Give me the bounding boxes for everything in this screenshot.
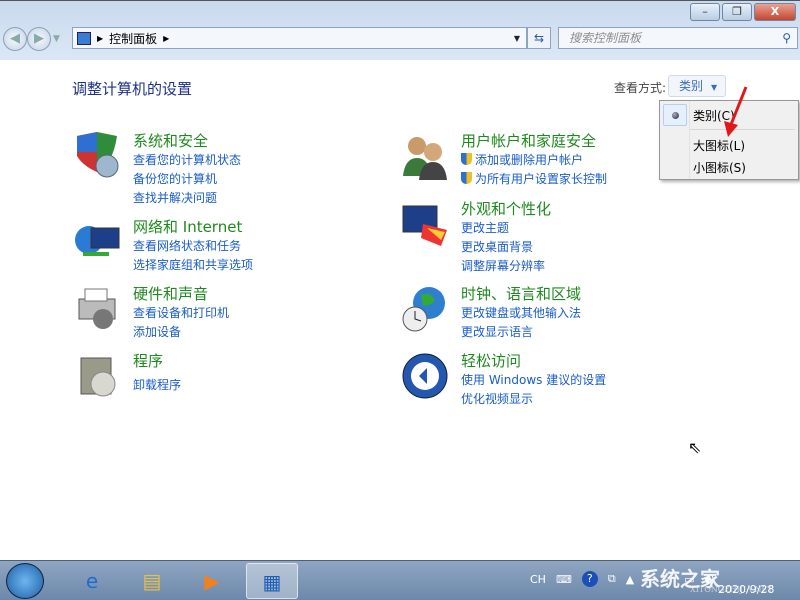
chevron-down-icon: ▼ [711, 83, 717, 92]
view-by-dropdown[interactable]: 类别 ▼ [668, 75, 726, 97]
back-button[interactable]: ◀ [3, 27, 27, 51]
printer-icon [73, 285, 123, 333]
address-dropdown[interactable]: ▼ [514, 34, 520, 43]
category-title[interactable]: 用户帐户和家庭安全 [461, 130, 596, 151]
category-link[interactable]: 更改桌面背景 [461, 238, 533, 255]
forward-button[interactable]: ▶ [27, 27, 51, 51]
users-icon [401, 132, 451, 180]
view-by-value: 类别 [679, 79, 703, 93]
search-input[interactable]: 搜索控制面板 ⚲ [558, 27, 798, 49]
language-indicator[interactable]: CH [530, 573, 546, 586]
category-link[interactable]: 调整屏幕分辨率 [461, 257, 545, 274]
category-link[interactable]: 查找并解决问题 [133, 189, 217, 206]
mouse-cursor-icon: ⇖ [688, 438, 701, 457]
restore-icon[interactable]: ⧉ [608, 572, 616, 586]
page-title: 调整计算机的设置 [72, 78, 192, 99]
category-link[interactable]: 查看网络状态和任务 [133, 237, 241, 254]
category-title[interactable]: 网络和 Internet [133, 216, 242, 237]
category-link[interactable]: 备份您的计算机 [133, 170, 217, 187]
category-title[interactable]: 硬件和声音 [133, 283, 208, 304]
minimize-button[interactable]: – [690, 3, 720, 21]
category-title[interactable]: 轻松访问 [461, 350, 521, 371]
category-link[interactable]: 查看设备和打印机 [133, 304, 229, 321]
category-link[interactable]: 查看您的计算机状态 [133, 151, 241, 168]
category-title[interactable]: 时钟、语言和区域 [461, 283, 581, 304]
taskbar-explorer-icon[interactable]: ▤ [126, 563, 178, 599]
taskbar-control-panel-icon[interactable]: ▦ [246, 563, 298, 599]
start-button[interactable] [6, 563, 44, 599]
category-link[interactable]: 使用 Windows 建议的设置 [461, 371, 606, 388]
category-link[interactable]: 更改显示语言 [461, 323, 533, 340]
refresh-button[interactable]: ⇆ [527, 27, 551, 49]
breadcrumb-control-panel[interactable]: 控制面板 [109, 30, 157, 47]
search-icon[interactable]: ⚲ [782, 28, 791, 48]
control-panel-icon [77, 32, 91, 45]
category-link[interactable]: 为所有用户设置家长控制 [461, 170, 607, 187]
category-link[interactable]: 添加或删除用户帐户 [461, 151, 583, 168]
uac-shield-icon [461, 172, 472, 184]
menu-item-small-icons[interactable]: 小图标(S) [693, 159, 746, 176]
red-arrow-annotation [720, 85, 750, 140]
close-button[interactable]: X [754, 3, 796, 21]
taskbar-media-player-icon[interactable]: ▶ [186, 563, 238, 599]
show-hidden-icons[interactable]: ▲ [626, 573, 634, 586]
search-placeholder: 搜索控制面板 [569, 31, 641, 45]
radio-selected-icon [663, 104, 687, 126]
recent-pages-dropdown[interactable]: ▼ [53, 34, 60, 44]
title-bar: – ❐ X ◀ ▶ ▼ ▶ 控制面板 ▶ ▼ ⇆ 搜索控制面板 ⚲ [0, 0, 800, 60]
chevron-right-icon[interactable]: ▶ [163, 34, 169, 43]
accessibility-icon [401, 352, 451, 400]
shield-icon [73, 132, 123, 180]
keyboard-icon[interactable]: ⌨ [556, 573, 572, 586]
clock-globe-icon [401, 285, 451, 333]
programs-box-icon [73, 352, 123, 400]
category-link[interactable]: 更改键盘或其他输入法 [461, 304, 581, 321]
category-title[interactable]: 程序 [133, 350, 163, 371]
category-link[interactable]: 更改主题 [461, 219, 509, 236]
taskbar-ie-icon[interactable]: e [66, 563, 118, 599]
monitor-palette-icon [401, 200, 451, 248]
category-link[interactable]: 添加设备 [133, 323, 181, 340]
maximize-button[interactable]: ❐ [722, 3, 752, 21]
category-title[interactable]: 系统和安全 [133, 130, 208, 151]
category-title[interactable]: 外观和个性化 [461, 198, 551, 219]
taskbar: e ▤ ▶ ▦ CH ⌨ ? ⧉ ▲ ▭ ◖) 系统之家 XITONGZHIJI… [0, 560, 800, 600]
view-by-label: 查看方式: [614, 79, 666, 96]
uac-shield-icon [461, 153, 472, 165]
category-link[interactable]: 优化视频显示 [461, 390, 533, 407]
category-link[interactable]: 选择家庭组和共享选项 [133, 256, 253, 273]
chevron-right-icon[interactable]: ▶ [97, 34, 103, 43]
category-link[interactable]: 卸载程序 [133, 376, 181, 393]
address-bar[interactable]: ▶ 控制面板 ▶ ▼ [72, 27, 527, 49]
help-icon[interactable]: ? [582, 571, 598, 587]
network-globe-icon [73, 218, 123, 266]
clock-date[interactable]: 2020/9/28 [718, 583, 774, 596]
